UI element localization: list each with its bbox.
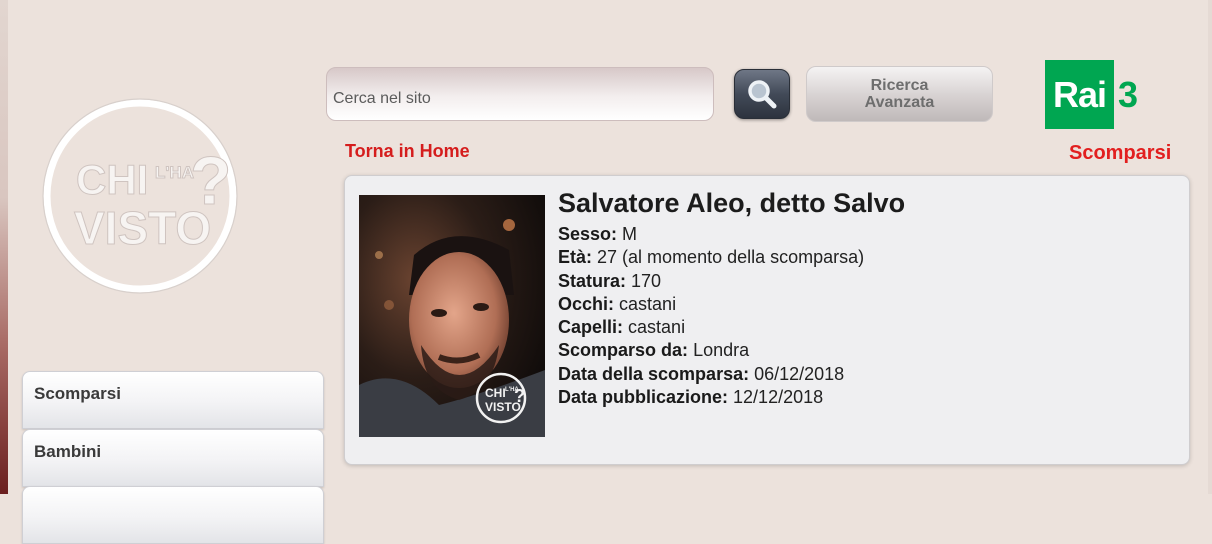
detail-value: M xyxy=(622,224,638,244)
detail-value: castani xyxy=(619,293,677,314)
detail-row-statura: Statura: 170 xyxy=(558,270,864,293)
sidebar-item-label: Bambini xyxy=(34,442,102,461)
detail-row-occhi: Occhi: castani xyxy=(558,293,864,316)
detail-label: Statura: xyxy=(558,270,627,291)
detail-value: 06/12/2018 xyxy=(754,363,845,384)
rai-logo[interactable]: Rai xyxy=(1045,60,1114,129)
magnifier-icon xyxy=(748,80,777,109)
logo-lha-text: L'HA xyxy=(155,163,194,182)
detail-row-capelli: Capelli: castani xyxy=(558,316,864,339)
sidebar-item-next[interactable] xyxy=(22,486,324,544)
detail-row-eta: Età: 27 (al momento della scomparsa) xyxy=(558,246,864,269)
search-input[interactable] xyxy=(326,67,714,121)
detail-value: 170 xyxy=(631,270,662,291)
detail-value: castani xyxy=(628,317,686,338)
person-details: Sesso: M Età: 27 (al momento della scomp… xyxy=(558,223,864,409)
detail-row-scomparso-da: Scomparso da: Londra xyxy=(558,339,864,362)
sidebar-item-label: Scomparsi xyxy=(34,384,121,403)
search-button[interactable] xyxy=(734,69,790,119)
advanced-search-label-1: Ricerca xyxy=(870,77,929,94)
detail-label: Data della scomparsa: xyxy=(558,363,750,384)
logo-chi-text: CHI xyxy=(76,156,148,203)
person-name: Salvatore Aleo, detto Salvo xyxy=(558,188,906,218)
section-link-scomparsi[interactable]: Scomparsi xyxy=(1069,142,1171,165)
right-edge-decoration xyxy=(1208,0,1212,494)
detail-label: Scomparso da: xyxy=(558,340,689,361)
detail-value: 27 (al momento della scomparsa) xyxy=(597,247,865,268)
detail-value: 12/12/2018 xyxy=(733,387,824,408)
detail-label: Capelli: xyxy=(558,317,624,338)
logo-question-text: ? xyxy=(190,143,232,219)
detail-row-data-scomparsa: Data della scomparsa: 06/12/2018 xyxy=(558,363,864,386)
sidebar-item-scomparsi[interactable]: Scomparsi xyxy=(22,371,324,429)
detail-label: Età: xyxy=(558,247,593,268)
chi-lha-visto-logo[interactable]: CHI L'HA VISTO ? xyxy=(40,96,242,296)
watermark-question-text: ? xyxy=(514,386,525,406)
detail-label: Data pubblicazione: xyxy=(558,387,729,408)
rai-channel-number: 3 xyxy=(1118,74,1139,115)
detail-label: Occhi: xyxy=(558,293,615,314)
advanced-search-button[interactable]: Ricerca Avanzata xyxy=(806,66,993,122)
detail-value: Londra xyxy=(693,340,750,361)
detail-row-sesso: Sesso: M xyxy=(558,223,864,246)
home-link[interactable]: Torna in Home xyxy=(345,141,470,162)
detail-row-data-pubblicazione: Data pubblicazione: 12/12/2018 xyxy=(558,386,864,409)
left-edge-decoration xyxy=(0,0,8,494)
watermark-chi-text: CHI xyxy=(485,386,506,400)
sidebar-item-bambini[interactable]: Bambini xyxy=(22,429,324,487)
advanced-search-label-2: Avanzata xyxy=(864,94,935,111)
detail-label: Sesso: xyxy=(558,224,618,244)
person-photo[interactable]: CHI L'HA VISTO ? xyxy=(359,195,545,437)
